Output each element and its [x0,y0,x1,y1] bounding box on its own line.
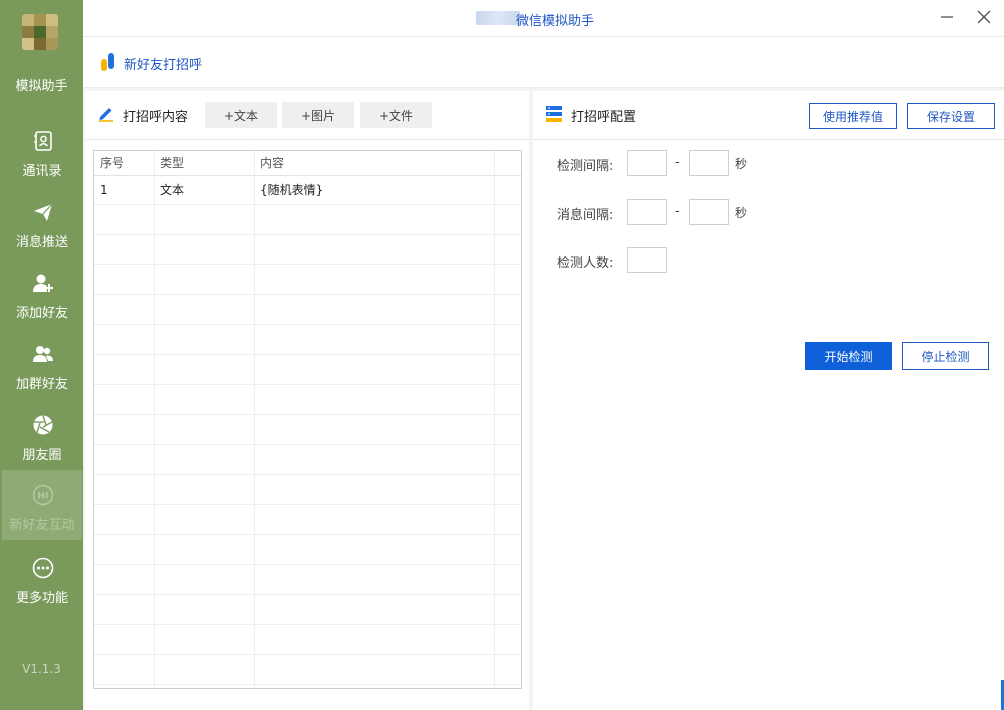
group-icon [33,346,53,362]
row-divider [94,534,521,535]
greeting-config-panel: 打招呼配置 使用推荐值 保存设置 检测间隔: - 秒 消息间隔: - 秒 检测人… [533,91,1004,710]
cell-index: 1 [100,183,108,197]
nav-item-contacts[interactable]: 通讯录 [2,116,82,186]
hi-icon: HI [32,484,54,506]
app-name: 模拟助手 [15,79,68,94]
column-header-index: 序号 [100,156,125,170]
nav-item-group-friends[interactable]: 加群好友 [2,329,82,399]
sidebar: 模拟助手 通讯录 消息推送 添加好友 加群好友 朋友圈 HI 新好友互动 更多功… [0,0,83,710]
add-user-icon [33,274,53,292]
check-count-label: 检测人数: [557,256,614,271]
nav-item-label: 消息推送 [15,235,68,250]
row-divider [94,324,521,325]
add-file-button[interactable]: +文件 [360,102,432,128]
greeting-content-panel: 打招呼内容 +文本 +图片 +文件 序号 类型 内容 1 文本 {随机表情} [85,91,529,710]
column-divider [154,151,155,688]
nav-item-more[interactable]: 更多功能 [2,543,82,613]
nav-item-label: 添加好友 [15,306,68,321]
range-dash: - [675,155,680,170]
nav-item-message-push[interactable]: 消息推送 [2,187,82,257]
page-title: 新好友打招呼 [124,58,203,73]
row-divider [94,264,521,265]
message-interval-max-input[interactable] [689,199,729,225]
greeting-config-title: 打招呼配置 [571,110,637,125]
column-divider [494,151,495,688]
check-interval-min-input[interactable] [627,150,667,176]
row-divider [94,384,521,385]
check-interval-max-input[interactable] [689,150,729,176]
greeting-content-title: 打招呼内容 [123,110,189,125]
range-dash: - [675,204,680,219]
minimize-icon[interactable] [936,6,958,28]
row-divider [94,474,521,475]
row-divider [94,594,521,595]
config-icon [546,106,562,122]
row-divider [94,294,521,295]
close-icon[interactable] [973,6,995,28]
row-divider [94,354,521,355]
svg-text:HI: HI [38,492,49,502]
greeting-content-header: 打招呼内容 +文本 +图片 +文件 [85,91,529,140]
row-divider [94,564,521,565]
row-divider [94,624,521,625]
nav-item-label: 更多功能 [15,591,68,606]
row-divider [94,654,521,655]
row-divider [94,684,521,685]
row-divider [94,204,521,205]
app-window: 模拟助手 通讯录 消息推送 添加好友 加群好友 朋友圈 HI 新好友互动 更多功… [0,0,1004,710]
message-interval-min-input[interactable] [627,199,667,225]
stop-check-button[interactable]: 停止检测 [902,342,989,370]
nav-item-label: 朋友圈 [22,448,62,463]
title-bar: 微信模拟助手 [83,0,1004,36]
page-logo-icon [101,53,114,71]
nav-item-label: 加群好友 [15,377,68,392]
row-divider [94,504,521,505]
save-settings-button[interactable]: 保存设置 [907,103,995,129]
use-recommended-button[interactable]: 使用推荐值 [809,103,897,129]
aperture-icon [33,415,53,435]
row-divider [94,414,521,415]
column-header-type: 类型 [160,156,185,170]
title-redacted-block [476,11,520,25]
cell-type: 文本 [160,183,185,197]
edit-icon [99,108,113,122]
row-divider [94,444,521,445]
seconds-unit: 秒 [735,206,748,220]
nav-item-moments[interactable]: 朋友圈 [2,400,82,470]
nav-item-label: 新好友互动 [9,518,75,533]
greeting-content-table[interactable]: 序号 类型 内容 1 文本 {随机表情} [93,150,522,689]
column-divider [254,151,255,688]
page-header: 新好友打招呼 [83,36,1004,88]
version-label: V1.1.3 [22,662,61,676]
send-icon [34,203,53,221]
window-title: 微信模拟助手 [516,14,595,29]
row-divider [94,234,521,235]
message-interval-label: 消息间隔: [557,208,614,223]
seconds-unit: 秒 [735,157,748,171]
greeting-config-header: 打招呼配置 使用推荐值 保存设置 [533,91,1004,140]
start-check-button[interactable]: 开始检测 [805,342,892,370]
cell-content: {随机表情} [260,183,324,197]
add-image-button[interactable]: +图片 [282,102,354,128]
nav-item-new-friend-interaction[interactable]: HI 新好友互动 [2,470,82,540]
column-header-content: 内容 [260,156,285,170]
contacts-icon [34,131,52,151]
nav-item-add-friend[interactable]: 添加好友 [2,258,82,328]
check-count-input[interactable] [627,247,667,273]
add-text-button[interactable]: +文本 [205,102,277,128]
nav-item-label: 通讯录 [22,164,62,179]
avatar[interactable] [22,14,58,50]
check-interval-label: 检测间隔: [557,159,614,174]
more-icon [32,557,54,579]
